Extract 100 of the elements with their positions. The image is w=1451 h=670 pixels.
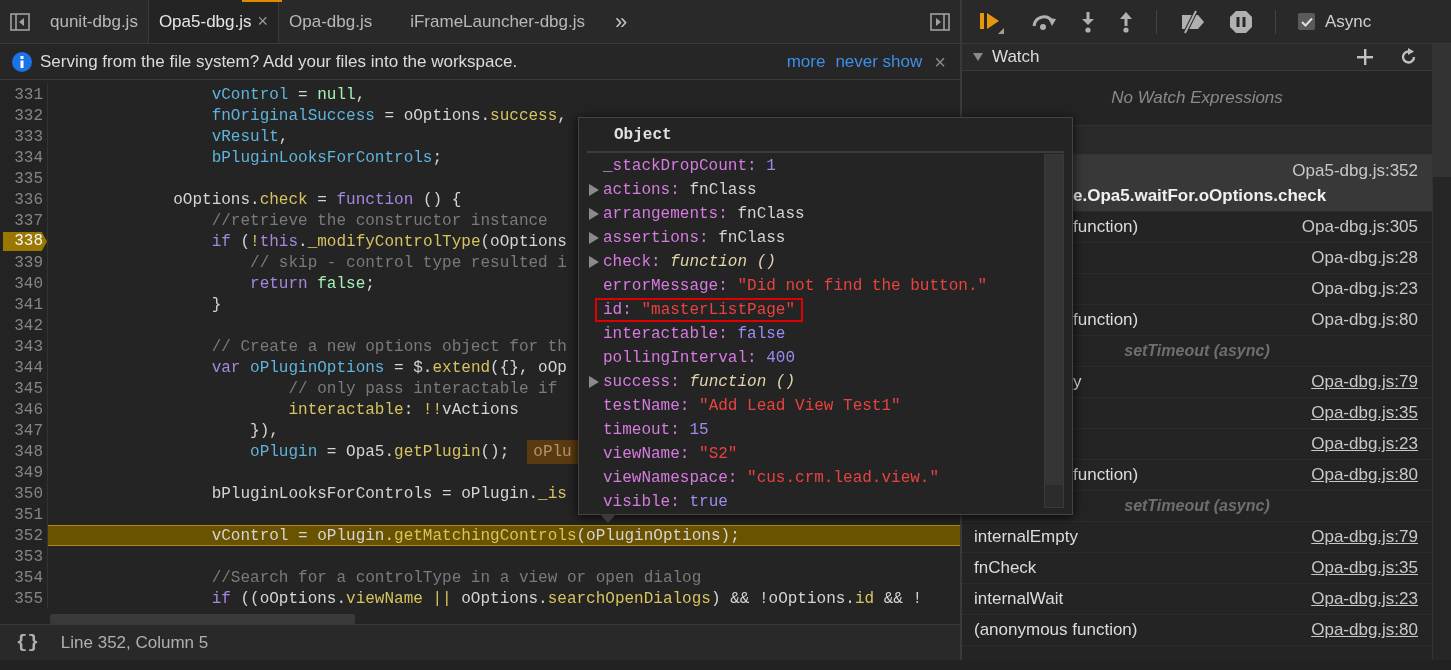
code-line: // skip - control type resulted i (249, 252, 567, 274)
line-number: 351 (14, 504, 44, 526)
code-line: bPluginLooksForControls; (210, 147, 443, 169)
code-line: //retrieve the constructor instance (210, 210, 548, 232)
code-line: // only pass interactable if (287, 378, 558, 400)
source-link[interactable]: Opa-dbg.js:79 (1311, 524, 1418, 550)
close-tab-button[interactable]: × (257, 8, 269, 35)
source-link[interactable]: Opa-dbg.js:35 (1311, 400, 1418, 426)
object-property: viewNamespace: "cus.crm.lead.view." (603, 468, 940, 488)
line-number: 352 (14, 525, 44, 547)
function-name: y (1073, 371, 1082, 394)
line-number: 343 (14, 336, 44, 358)
watch-header[interactable]: Watch (962, 44, 1432, 71)
source-link[interactable]: Opa-dbg.js:35 (1311, 555, 1418, 581)
async-checkbox[interactable] (1298, 13, 1315, 30)
line-number: 347 (14, 420, 44, 442)
line-number: 336 (14, 189, 44, 211)
object-property[interactable]: actions: fnClass (603, 180, 757, 200)
function-name: internalEmpty (973, 526, 1078, 549)
more-tabs-button[interactable]: » (595, 10, 648, 33)
function-name: function) (1073, 216, 1139, 239)
object-property: testName: "Add Lead View Test1" (603, 396, 901, 416)
popover-title: Object (614, 124, 672, 146)
code-line: var oPluginOptions = $.extend({}, oOp (210, 357, 567, 379)
call-frame[interactable]: Opa5-dbg.js:352 e.Opa5.waitFor.oOptions.check (1073, 155, 1432, 212)
object-property: id: "masterListPage" (595, 298, 804, 322)
function-name: function) (1073, 309, 1139, 332)
add-icon[interactable] (1356, 48, 1374, 66)
file-tab[interactable]: iFrameLauncher-dbg.js (400, 0, 595, 43)
line-number: 349 (14, 462, 44, 484)
source-link[interactable]: Opa-dbg.js:23 (1311, 276, 1418, 302)
code-line: } (210, 294, 222, 316)
call-frame[interactable]: internalEmpty Opa-dbg.js:79 (962, 522, 1432, 553)
empty-message: No Watch Expressions (1111, 87, 1283, 110)
file-tab[interactable]: Opa-dbg.js (279, 0, 383, 43)
object-property: errorMessage: "Did not find the button." (603, 276, 988, 296)
banner-link[interactable]: never show (835, 48, 923, 75)
object-property[interactable]: assertions: fnClass (603, 228, 786, 248)
code-line: vResult, (210, 126, 289, 148)
object-property[interactable]: arrangements: fnClass (603, 204, 805, 224)
deactivate-breakpoints-icon[interactable] (1179, 9, 1207, 34)
refresh-icon[interactable] (1400, 48, 1418, 66)
source-link[interactable]: Opa-dbg.js:23 (1311, 431, 1418, 457)
source-link[interactable]: Opa-dbg.js:23 (1311, 586, 1418, 612)
source-link[interactable]: Opa-dbg.js:305 (1301, 214, 1418, 240)
file-tab[interactable]: qunit-dbg.js (40, 0, 148, 43)
code-line: fnOriginalSuccess = oOptions.success, (210, 105, 567, 127)
line-number: 332 (14, 105, 44, 127)
source-link[interactable]: Opa-dbg.js:80 (1311, 307, 1418, 333)
code-line: vControl = null, (210, 84, 366, 106)
line-number: 342 (14, 315, 44, 337)
step-out-icon[interactable] (1118, 10, 1134, 33)
code-line: // Create a new options object for th (210, 336, 567, 358)
line-number: 350 (14, 483, 44, 505)
code-line: }), (249, 420, 279, 442)
code-line: vControl = oPlugin.getMatchingControls(oPluginOptions); (210, 525, 740, 547)
expanded-arrow-icon (972, 52, 984, 62)
code-line: return false; (249, 273, 375, 295)
code-line: //Search for a controlType in a view or open dialog (210, 567, 702, 589)
async-label: Async (1325, 10, 1372, 33)
call-frame[interactable]: fnCheck Opa-dbg.js:35 (962, 553, 1432, 584)
function-name: (anonymous function) (973, 619, 1138, 642)
file-tab[interactable]: Opa5-dbg.js × (147, 0, 280, 43)
step-into-icon[interactable] (1080, 10, 1096, 33)
pause-exceptions-icon[interactable] (1229, 9, 1253, 34)
line-number: 341 (14, 294, 44, 316)
object-property: _stackDropCount: 1 (603, 156, 776, 176)
line-number: 354 (14, 567, 44, 589)
close-button[interactable]: × (934, 51, 946, 72)
line-number: 334 (14, 147, 44, 169)
function-name: internalWait (973, 588, 1064, 611)
source-link[interactable]: Opa5-dbg.js:352 (1292, 157, 1418, 183)
line-number: 345 (14, 378, 44, 400)
call-frame[interactable]: (anonymous function) Opa-dbg.js:80 (962, 615, 1432, 646)
function-name: function) (1073, 464, 1139, 487)
async-separator: setTimeout (async) (1124, 341, 1270, 361)
source-link[interactable]: Opa-dbg.js:80 (1311, 617, 1418, 643)
function-name: e.Opa5.waitFor.oOptions.check (1073, 185, 1328, 207)
object-property: viewName: "S2" (603, 444, 738, 464)
line-number: 338 (3, 232, 47, 251)
code-line: interactable: !!vActions (287, 399, 519, 421)
source-link[interactable]: Opa-dbg.js:80 (1311, 462, 1418, 488)
object-property[interactable]: check: function () (603, 252, 776, 272)
line-number: 355 (14, 588, 44, 610)
cursor-position: Line 352, Column 5 (60, 631, 209, 654)
source-link[interactable]: Opa-dbg.js:28 (1311, 245, 1418, 271)
info-icon (12, 51, 32, 72)
object-property[interactable]: success: function () (603, 372, 796, 392)
object-property: pollingInterval: 400 (603, 348, 796, 368)
async-separator: setTimeout (async) (1124, 496, 1270, 516)
line-number: 339 (14, 252, 44, 274)
source-link[interactable]: Opa-dbg.js:79 (1311, 369, 1418, 395)
object-property: interactable: false (603, 324, 786, 344)
call-frame[interactable]: internalWait Opa-dbg.js:23 (962, 584, 1432, 615)
code-line: oOptions.check = function () { (172, 189, 462, 211)
line-number: 353 (14, 546, 44, 568)
banner-link[interactable]: more (786, 48, 826, 75)
line-number: 344 (14, 357, 44, 379)
line-number: 333 (14, 126, 44, 148)
pretty-print-button[interactable]: {} (16, 628, 39, 657)
